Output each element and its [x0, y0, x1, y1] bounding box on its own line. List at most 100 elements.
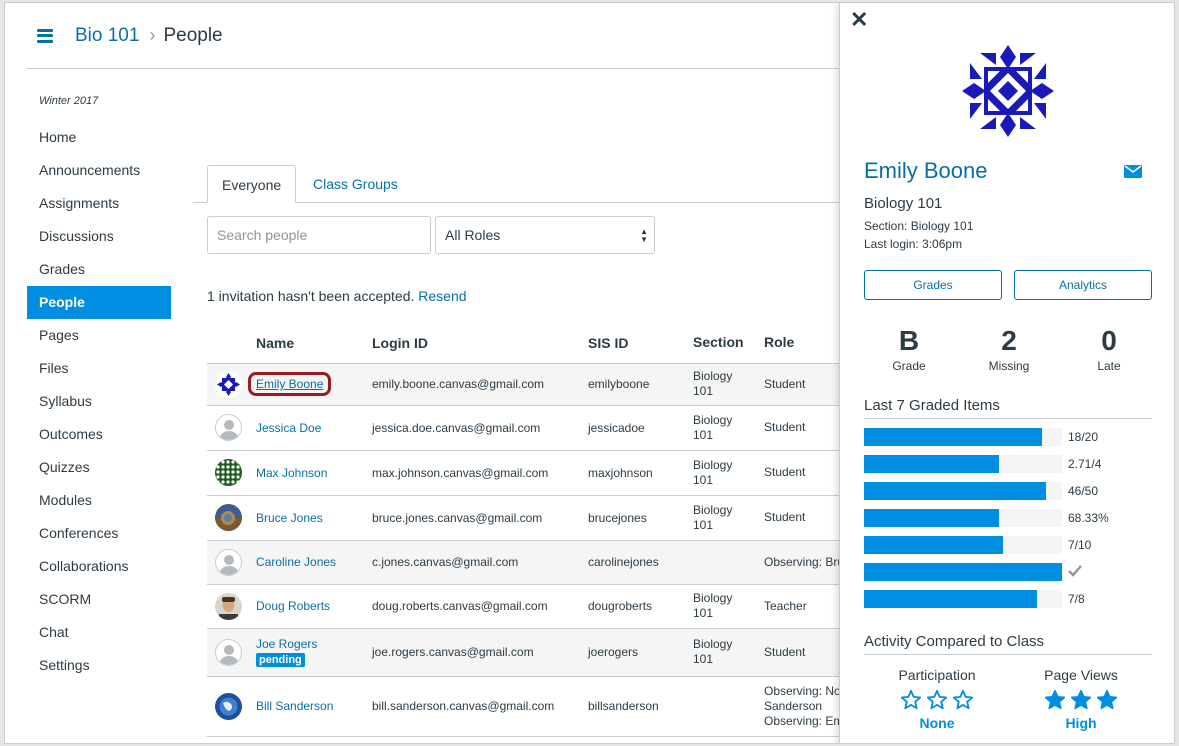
- tabs: Everyone Class Groups: [193, 165, 843, 203]
- select-arrows-icon: ▲ ▼: [640, 227, 648, 244]
- graded-item-bar[interactable]: [864, 590, 1062, 608]
- avatar: [215, 592, 242, 620]
- search-people-input[interactable]: [207, 216, 431, 254]
- star-outline-icon: [926, 689, 948, 710]
- sidebar-item-syllabus[interactable]: Syllabus: [27, 385, 171, 418]
- section-cell: [693, 540, 764, 585]
- table-row[interactable]: Emily Boone emily.boone.canvas@gmail.com e…: [207, 363, 847, 406]
- course-nav: Home Announcements Assignments Discussions G…: [27, 121, 171, 682]
- tray-last-login: Last login: 3:06pm: [864, 237, 963, 251]
- graded-item-bar[interactable]: [864, 509, 1062, 527]
- participation-label: Participation: [898, 667, 976, 683]
- sidebar-item-pages[interactable]: Pages: [27, 319, 171, 352]
- table-row[interactable]: Jessica Doe jessica.doe.canvas@gmail.com j…: [207, 405, 847, 451]
- sidebar-item-announcements[interactable]: Announcements: [27, 154, 171, 187]
- graded-item-fill: [864, 590, 1038, 608]
- checkmark-icon: [1068, 565, 1082, 580]
- grades-button[interactable]: Grades: [864, 270, 1002, 300]
- role-filter-select[interactable]: All Roles ▲ ▼: [435, 216, 655, 254]
- section-cell: Biology 101: [693, 450, 764, 496]
- graded-item-bar[interactable]: [864, 482, 1062, 500]
- star-filled-icon: [1070, 689, 1092, 710]
- table-row[interactable]: Joe Rogers pending joe.rogers.canvas@gmail…: [207, 628, 847, 677]
- table-row[interactable]: Bill Sanderson bill.sanderson.canvas@gmai…: [207, 676, 847, 737]
- header: Bio 101 › People: [27, 3, 847, 69]
- graded-items-heading: Last 7 Graded Items: [864, 397, 1152, 419]
- tray-student-name[interactable]: Emily Boone: [864, 158, 988, 184]
- sidebar-item-settings[interactable]: Settings: [27, 649, 171, 682]
- graded-item-fill: [864, 428, 1043, 446]
- section-cell: Biology 101: [693, 363, 764, 406]
- graded-item-bar[interactable]: [864, 428, 1062, 446]
- header-role[interactable]: Role: [764, 323, 847, 364]
- role-line: Observing: Bru: [764, 554, 845, 569]
- graded-item-score: 18/20: [1068, 430, 1099, 444]
- sidebar-item-grades[interactable]: Grades: [27, 253, 171, 286]
- sidebar-item-modules[interactable]: Modules: [27, 484, 171, 517]
- tab-everyone[interactable]: Everyone: [207, 165, 297, 203]
- login-id-cell: doug.roberts.canvas@gmail.com: [372, 584, 588, 629]
- header-name[interactable]: Name: [256, 323, 372, 364]
- sidebar-item-collaborations[interactable]: Collaborations: [27, 550, 171, 583]
- stat-late-label: Late: [1097, 359, 1121, 373]
- section-cell: Biology 101: [693, 495, 764, 541]
- graded-item-bar[interactable]: [864, 563, 1062, 581]
- role-cell: Teacher: [764, 584, 847, 629]
- sidebar-item-scorm[interactable]: SCORM: [27, 583, 171, 616]
- login-id-cell: bruce.jones.canvas@gmail.com: [372, 495, 588, 541]
- breadcrumb-course-link[interactable]: Bio 101: [75, 25, 139, 47]
- sidebar-item-chat[interactable]: Chat: [27, 616, 171, 649]
- sidebar-item-home[interactable]: Home: [27, 121, 171, 154]
- avatar: [215, 692, 242, 720]
- header-sis-id[interactable]: SIS ID: [588, 323, 693, 364]
- sidebar-item-discussions[interactable]: Discussions: [27, 220, 171, 253]
- sidebar-item-assignments[interactable]: Assignments: [27, 187, 171, 220]
- student-name-link[interactable]: Bruce Jones: [256, 511, 323, 525]
- student-name-link[interactable]: Jessica Doe: [256, 421, 321, 435]
- resend-link[interactable]: Resend: [418, 288, 466, 304]
- avatar: [215, 504, 242, 531]
- graded-item-bar[interactable]: [864, 536, 1062, 554]
- name-cell: Bill Sanderson: [256, 676, 372, 737]
- name-cell: Max Johnson: [256, 450, 372, 496]
- stat-grade: B Grade: [864, 325, 954, 373]
- sidebar-item-quizzes[interactable]: Quizzes: [27, 451, 171, 484]
- close-icon[interactable]: ✕: [850, 9, 868, 31]
- name-cell: Caroline Jones: [256, 540, 372, 585]
- sidebar-item-people[interactable]: People: [27, 286, 171, 319]
- student-name-link[interactable]: Joe Rogers: [256, 637, 317, 651]
- avatar: [215, 370, 242, 398]
- avatar-cell: [207, 676, 256, 737]
- role-line: Teacher: [764, 598, 807, 613]
- graded-item-bar[interactable]: [864, 455, 1062, 473]
- table-row[interactable]: Bruce Jones bruce.jones.canvas@gmail.com b…: [207, 495, 847, 541]
- avatar-cell: [207, 540, 256, 585]
- student-name-link[interactable]: Doug Roberts: [256, 599, 330, 613]
- sidebar-item-files[interactable]: Files: [27, 352, 171, 385]
- envelope-icon[interactable]: [1124, 165, 1142, 178]
- table-row[interactable]: Doug Roberts doug.roberts.canvas@gmail.co…: [207, 584, 847, 629]
- table-row[interactable]: Max Johnson max.johnson.canvas@gmail.com m…: [207, 450, 847, 496]
- sidebar-item-conferences[interactable]: Conferences: [27, 517, 171, 550]
- header-login-id[interactable]: Login ID: [372, 323, 588, 364]
- login-id-cell: joe.rogers.canvas@gmail.com: [372, 628, 588, 677]
- graded-item-score: 68.33%: [1068, 511, 1109, 525]
- tab-class-groups[interactable]: Class Groups: [299, 165, 412, 203]
- student-name-link[interactable]: Caroline Jones: [256, 555, 336, 569]
- name-cell: Bruce Jones: [256, 495, 372, 541]
- name-cell: Emily Boone: [248, 363, 372, 406]
- hamburger-menu-icon[interactable]: [37, 28, 53, 43]
- student-name-link[interactable]: Max Johnson: [256, 466, 327, 480]
- analytics-button[interactable]: Analytics: [1014, 270, 1152, 300]
- student-name-link[interactable]: Bill Sanderson: [256, 699, 333, 713]
- header-section[interactable]: Section: [693, 323, 764, 364]
- role-cell: Student: [764, 405, 847, 451]
- sidebar-item-outcomes[interactable]: Outcomes: [27, 418, 171, 451]
- table-row[interactable]: Caroline Jones c.jones.canvas@gmail.com ca…: [207, 540, 847, 585]
- student-name-link[interactable]: Emily Boone: [248, 372, 332, 396]
- stat-grade-value: B: [898, 325, 920, 356]
- section-line: 101: [693, 606, 714, 620]
- role-cell: Student: [764, 495, 847, 541]
- section-line: Biology: [693, 412, 733, 427]
- section-line: 101: [693, 384, 714, 398]
